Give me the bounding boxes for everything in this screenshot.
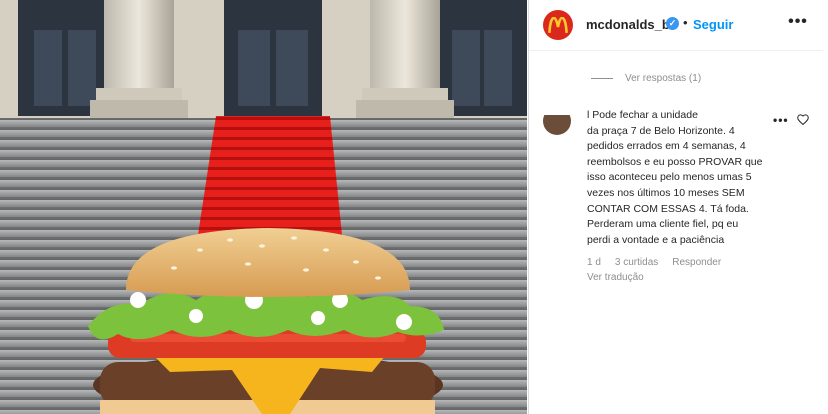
reply-button[interactable]: Responder — [672, 257, 721, 268]
commenter-avatar[interactable] — [543, 115, 571, 135]
post-photo — [0, 0, 527, 414]
comment-meta: 1 d 3 curtidas Responder — [587, 257, 721, 268]
post-header: mcdonalds_br ✓ • Seguir ••• — [529, 0, 823, 51]
post-image[interactable] — [0, 0, 527, 414]
comment-age: 1 d — [587, 257, 601, 268]
follow-button[interactable]: Seguir — [693, 17, 733, 32]
more-options-icon[interactable]: ••• — [787, 13, 809, 35]
comment-likes-count[interactable]: 3 curtidas — [615, 257, 658, 268]
header-separator: • — [683, 15, 688, 30]
heart-icon[interactable] — [797, 112, 809, 130]
instagram-post-view: mcdonalds_br ✓ • Seguir ••• Ver resposta… — [0, 0, 828, 414]
mcdonalds-logo-icon[interactable] — [543, 10, 573, 40]
see-translation-button[interactable]: Ver tradução — [587, 272, 644, 283]
post-side-panel: mcdonalds_br ✓ • Seguir ••• Ver resposta… — [528, 0, 828, 414]
view-replies-label: Ver respostas (1) — [625, 73, 702, 84]
view-replies-button[interactable]: Ver respostas (1) — [591, 73, 701, 84]
comment-text: l Pode fechar a unidade da praça 7 de Be… — [587, 109, 763, 246]
comment-more-options-icon[interactable]: ••• — [773, 113, 789, 127]
replies-divider-line — [591, 78, 613, 79]
verified-badge-icon: ✓ — [666, 17, 679, 30]
account-username[interactable]: mcdonalds_br — [586, 17, 675, 32]
